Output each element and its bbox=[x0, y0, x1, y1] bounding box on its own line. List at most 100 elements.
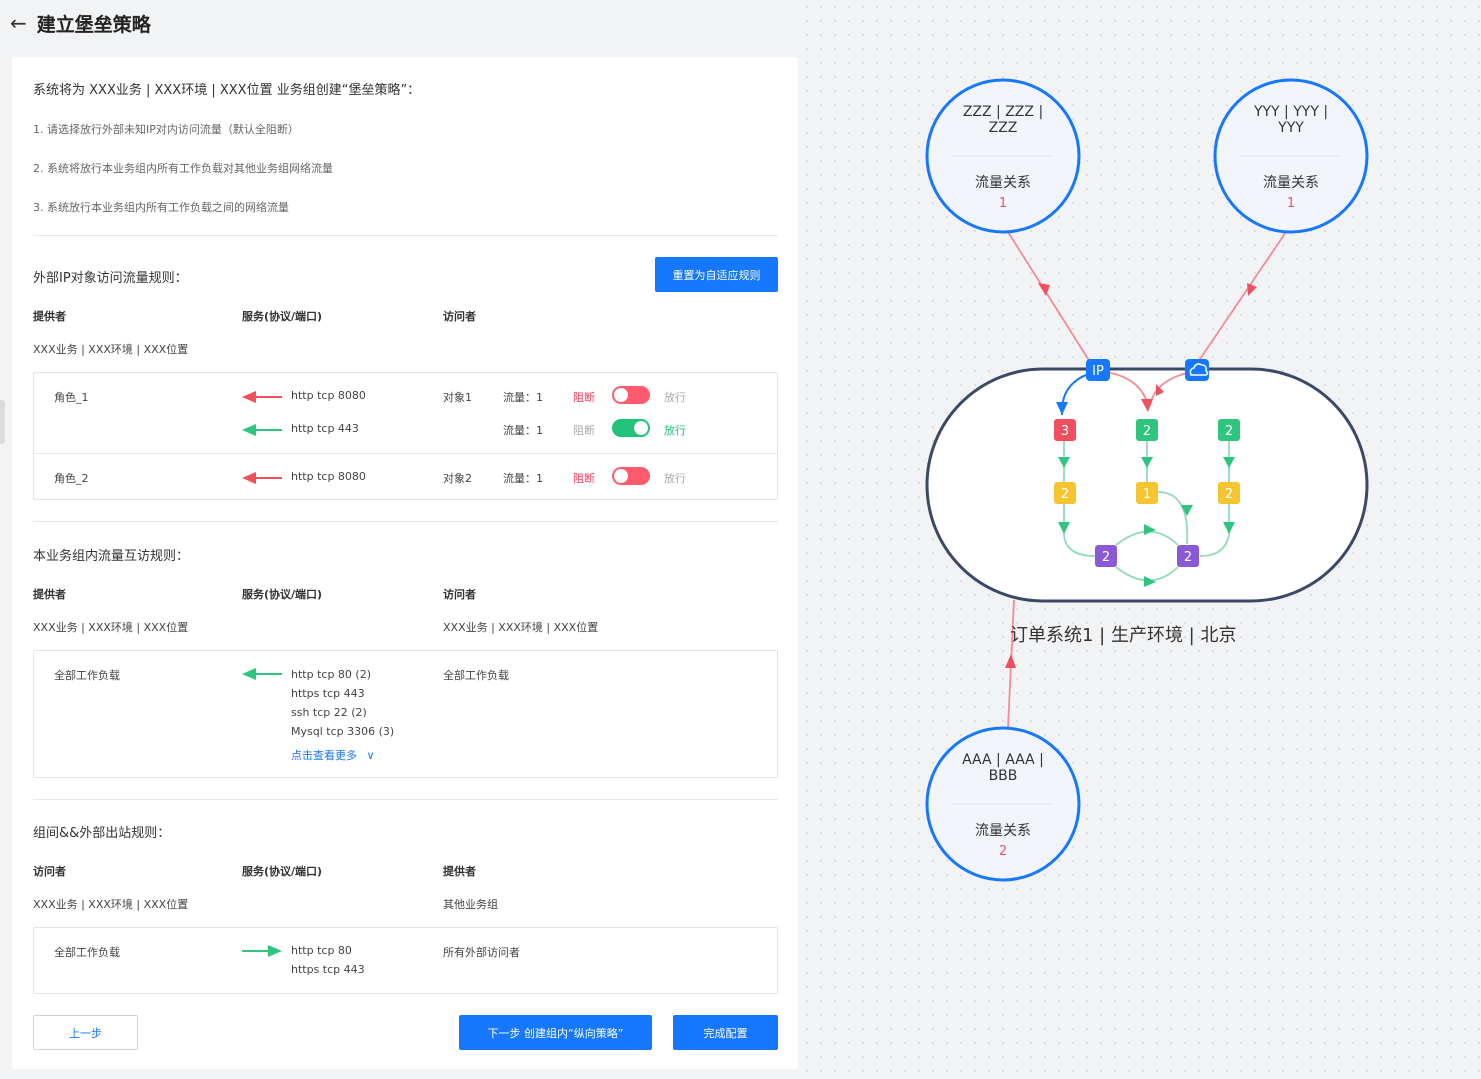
col-header-provider: 提供者 bbox=[33, 588, 66, 601]
edge-line bbox=[1007, 231, 1091, 363]
topology-diagram: IP 3 2 2 2 1 2 2 2 ZZZ | ZZZ | ZZZ 流量关系 … bbox=[800, 0, 1481, 1079]
node-relation-count: 1 bbox=[1286, 196, 1296, 211]
service-label: http tcp 8080 bbox=[291, 389, 366, 402]
row-divider bbox=[34, 453, 777, 454]
node-relation-label: 流量关系 bbox=[1263, 175, 1319, 191]
inbound-arrow-icon bbox=[242, 391, 282, 403]
intro-title: 系统将为 XXX业务 | XXX环境 | XXX位置 业务组创建“堡垒策略”： bbox=[33, 83, 421, 98]
workload-box[interactable]: 2 bbox=[1136, 419, 1158, 441]
service-label: https tcp 443 bbox=[291, 963, 365, 976]
visitor-workloads: 全部工作负载 bbox=[443, 669, 509, 682]
internal-rules-table: 全部工作负载 http tcp 80 (2) https tcp 443 ssh… bbox=[33, 650, 778, 778]
workload-box[interactable]: 2 bbox=[1177, 545, 1199, 567]
role-label: 角色_2 bbox=[54, 472, 89, 485]
group-label: 订单系统1 | 生产环境 | 北京 bbox=[1010, 625, 1237, 646]
col-header-visitor: 访问者 bbox=[443, 588, 476, 601]
internal-section-title: 本业务组内流量互访规则： bbox=[33, 549, 190, 564]
inbound-arrow-icon bbox=[242, 472, 282, 484]
service-label: Mysql tcp 3306 (3) bbox=[291, 725, 395, 738]
view-more-link[interactable]: 点击查看更多 ∨ bbox=[291, 747, 375, 763]
provider-value: XXX业务 | XXX环境 | XXX位置 bbox=[33, 343, 189, 356]
workload-count: 2 bbox=[1061, 487, 1069, 502]
col-header-provider: 提供者 bbox=[33, 310, 66, 323]
cloud-icon[interactable] bbox=[1185, 359, 1209, 381]
workload-box[interactable]: 2 bbox=[1218, 419, 1240, 441]
edge-arrow bbox=[1247, 283, 1257, 296]
node-relation-count: 2 bbox=[998, 844, 1008, 859]
divider bbox=[33, 799, 778, 800]
view-more-label: 点击查看更多 bbox=[291, 749, 357, 762]
finish-config-button[interactable]: 完成配置 bbox=[673, 1015, 778, 1050]
provider-workloads: 全部工作负载 bbox=[54, 669, 120, 682]
workload-count: 2 bbox=[1102, 550, 1110, 565]
page-title: 建立堡垒策略 bbox=[36, 13, 151, 36]
topology-canvas: IP 3 2 2 2 1 2 2 2 bbox=[925, 78, 1369, 882]
workload-box[interactable]: 2 bbox=[1218, 482, 1240, 504]
object-label: 对象2 bbox=[443, 472, 472, 485]
page-header: ← 建立堡垒策略 bbox=[10, 8, 151, 38]
service-label: http tcp 8080 bbox=[291, 470, 366, 483]
service-label: http tcp 443 bbox=[291, 422, 359, 435]
divider bbox=[33, 235, 778, 236]
outbound-rules-table: 全部工作负载 http tcp 80 https tcp 443 所有外部访问者 bbox=[33, 927, 778, 994]
service-label: https tcp 443 bbox=[291, 687, 365, 700]
service-label: ssh tcp 22 (2) bbox=[291, 706, 367, 719]
outbound-section-title: 组间&&外部出站规则： bbox=[33, 826, 171, 841]
flow-count: 流量：1 bbox=[503, 472, 543, 485]
inbound-arrow-icon bbox=[242, 424, 282, 436]
workload-count: 3 bbox=[1061, 424, 1069, 439]
external-rules-table: 角色_1 http tcp 8080 对象1 流量：1 阻断 放行 http t… bbox=[33, 372, 778, 500]
workload-count: 2 bbox=[1225, 487, 1233, 502]
block-label: 阻断 bbox=[573, 391, 595, 404]
node-name: ZZZ | ZZZ | ZZZ bbox=[943, 104, 1063, 136]
visitor-value: XXX业务 | XXX环境 | XXX位置 bbox=[443, 621, 599, 634]
node-name-line1: YYY | YYY | bbox=[1253, 104, 1329, 120]
visitor-value: XXX业务 | XXX环境 | XXX位置 bbox=[33, 898, 189, 911]
node-relation-label: 流量关系 bbox=[975, 823, 1031, 839]
intro-line-1: 1. 请选择放行外部未知IP对内访问流量（默认全阻断） bbox=[33, 123, 299, 136]
block-label: 阻断 bbox=[573, 472, 595, 485]
col-header-visitor: 访问者 bbox=[443, 310, 476, 323]
allow-label: 放行 bbox=[664, 391, 686, 404]
node-name-line2: ZZZ bbox=[988, 120, 1018, 136]
divider bbox=[33, 521, 778, 522]
node-name-line1: ZZZ | ZZZ | bbox=[962, 104, 1044, 120]
ip-badge-label: IP bbox=[1092, 364, 1104, 379]
service-label: http tcp 80 (2) bbox=[291, 668, 371, 681]
edge-line bbox=[1197, 231, 1287, 363]
block-allow-toggle[interactable] bbox=[612, 419, 650, 437]
object-label: 对象1 bbox=[443, 391, 472, 404]
prev-step-button[interactable]: 上一步 bbox=[33, 1015, 138, 1050]
flow-count: 流量：1 bbox=[503, 391, 543, 404]
allow-label: 放行 bbox=[664, 424, 686, 437]
workload-box[interactable]: 2 bbox=[1054, 482, 1076, 504]
intro-line-2: 2. 系统将放行本业务组内所有工作负载对其他业务组网络流量 bbox=[33, 162, 333, 175]
flow-count: 流量：1 bbox=[503, 424, 543, 437]
block-allow-toggle[interactable] bbox=[612, 386, 650, 404]
workload-count: 1 bbox=[1143, 487, 1151, 502]
arrow-left-icon[interactable]: ← bbox=[10, 13, 27, 33]
node-name-line1: AAA | AAA | bbox=[962, 752, 1044, 768]
node-name: YYY | YYY | YYY bbox=[1231, 104, 1351, 136]
ip-badge[interactable]: IP bbox=[1086, 359, 1110, 381]
workload-count: 2 bbox=[1184, 550, 1192, 565]
workload-box[interactable]: 2 bbox=[1095, 545, 1117, 567]
side-handle[interactable] bbox=[0, 400, 5, 444]
node-relation-label: 流量关系 bbox=[975, 175, 1031, 191]
provider-value: 其他业务组 bbox=[443, 898, 498, 911]
next-step-button[interactable]: 下一步 创建组内“纵向策略” bbox=[459, 1015, 652, 1050]
provider-visitors: 所有外部访问者 bbox=[443, 946, 520, 959]
chevron-down-icon: ∨ bbox=[366, 749, 375, 762]
workload-box[interactable]: 1 bbox=[1136, 482, 1158, 504]
node-name-line2: BBB bbox=[988, 768, 1018, 784]
workload-count: 2 bbox=[1143, 424, 1151, 439]
block-allow-toggle[interactable] bbox=[612, 467, 650, 485]
col-header-service: 服务(协议/端口) bbox=[242, 310, 323, 323]
node-name: AAA | AAA | BBB bbox=[943, 752, 1063, 784]
policy-form-card: 系统将为 XXX业务 | XXX环境 | XXX位置 业务组创建“堡垒策略”： … bbox=[12, 57, 798, 1069]
workload-box[interactable]: 3 bbox=[1054, 419, 1076, 441]
role-label: 角色_1 bbox=[54, 391, 89, 404]
col-header-service: 服务(协议/端口) bbox=[242, 588, 323, 601]
reset-adaptive-rules-button[interactable]: 重置为自适应规则 bbox=[655, 257, 778, 292]
outbound-arrow-icon bbox=[242, 945, 282, 957]
